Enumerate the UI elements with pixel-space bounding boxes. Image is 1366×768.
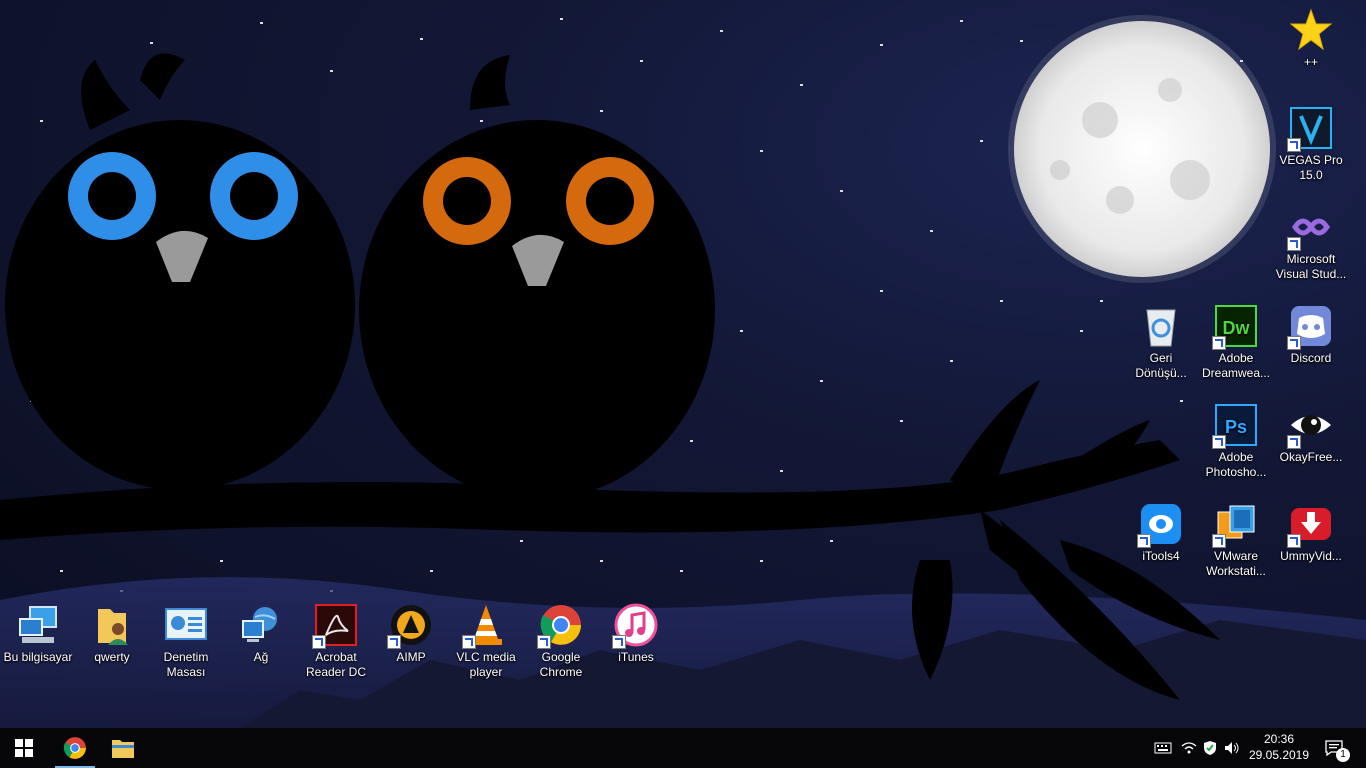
desktop-icon-label: Adobe Dreamwea... <box>1201 351 1271 380</box>
visual-studio-icon <box>1287 205 1333 251</box>
desktop-icon-label: Denetim Masası <box>163 650 209 679</box>
aimp-icon <box>387 603 433 649</box>
desktop-icon-label: Bu bilgisayar <box>3 650 73 664</box>
desktop-icon-denetim-masasi[interactable]: Denetim Masası <box>148 603 224 680</box>
desktop-icon-label: Geri Dönüşü... <box>1135 351 1187 380</box>
desktop-icon-plusplus[interactable]: ++ <box>1273 8 1349 70</box>
shortcut-arrow-icon <box>1287 534 1301 548</box>
desktop-icon-qwerty[interactable]: qwerty <box>74 603 150 665</box>
shortcut-arrow-icon <box>1287 435 1301 449</box>
dreamweaver-icon: Dw <box>1212 304 1258 350</box>
shortcut-arrow-icon <box>1287 336 1301 350</box>
desktop-icon-label: ++ <box>1303 55 1318 69</box>
keyboard-icon[interactable] <box>1153 738 1173 758</box>
desktop-icon-vlc[interactable]: VLC media player <box>448 603 524 680</box>
desktop-icon-label: Microsoft Visual Stud... <box>1275 252 1347 281</box>
desktop-icon-label: Acrobat Reader DC <box>305 650 367 679</box>
recycle-bin-icon <box>1139 304 1183 348</box>
desktop-icon-label: VLC media player <box>456 650 516 679</box>
shortcut-arrow-icon <box>462 635 476 649</box>
shortcut-arrow-icon <box>1212 435 1226 449</box>
desktop-icon-ag[interactable]: Ağ <box>223 603 299 665</box>
desktop-icon-label: Discord <box>1290 351 1332 365</box>
action-center-button[interactable]: 1 <box>1322 738 1350 762</box>
desktop-icon-vegas[interactable]: VEGAS Pro 15.0 <box>1273 106 1349 183</box>
desktop-icon-dreamweaver[interactable]: Dw Adobe Dreamwea... <box>1198 304 1274 381</box>
taskbar: 20:36 29.05.2019 1 <box>0 728 1366 768</box>
shortcut-arrow-icon <box>537 635 551 649</box>
computer-icon <box>16 603 60 647</box>
volume-icon[interactable] <box>1222 738 1242 758</box>
shortcut-arrow-icon <box>387 635 401 649</box>
desktop-icon-ummy[interactable]: UmmyVid... <box>1273 502 1349 564</box>
desktop-icon-label: VEGAS Pro 15.0 <box>1279 153 1343 182</box>
desktop-icon-recycle-bin[interactable]: Geri Dönüşü... <box>1123 304 1199 381</box>
user-folder-icon <box>90 603 134 647</box>
taskbar-clock[interactable]: 20:36 29.05.2019 <box>1247 731 1311 763</box>
clock-date: 29.05.2019 <box>1248 748 1310 762</box>
desktop-icon-label: VMware Workstati... <box>1206 549 1266 578</box>
svg-text:Dw: Dw <box>1223 318 1251 338</box>
chrome-icon <box>537 603 583 649</box>
desktop-icon-vmware[interactable]: VMware Workstati... <box>1198 502 1274 579</box>
desktop-icon-okayfree[interactable]: OkayFree... <box>1273 403 1349 465</box>
wifi-icon[interactable] <box>1179 738 1199 758</box>
desktop-icon-label: UmmyVid... <box>1280 549 1342 563</box>
desktop-icon-label: iTunes <box>618 650 654 664</box>
shortcut-arrow-icon <box>612 635 626 649</box>
notification-count-badge: 1 <box>1336 748 1350 762</box>
desktop-icon-visual-studio[interactable]: Microsoft Visual Stud... <box>1273 205 1349 282</box>
taskbar-file-explorer-button[interactable] <box>99 728 147 768</box>
shortcut-arrow-icon <box>1212 336 1226 350</box>
photoshop-icon: Ps <box>1212 403 1258 449</box>
shortcut-arrow-icon <box>1212 534 1226 548</box>
svg-text:Ps: Ps <box>1225 417 1247 437</box>
desktop-icon-bu-bilgisayar[interactable]: Bu bilgisayar <box>0 603 76 665</box>
file-explorer-icon <box>112 740 134 758</box>
vmware-icon <box>1212 502 1258 548</box>
itunes-icon <box>612 603 658 649</box>
shortcut-arrow-icon <box>1287 138 1301 152</box>
eye-icon <box>1287 403 1333 449</box>
desktop-icon-label: AIMP <box>396 650 426 664</box>
desktop[interactable]: Bu bilgisayar qwerty Denetim Masası Ağ A… <box>0 0 1366 728</box>
shortcut-arrow-icon <box>1137 534 1151 548</box>
desktop-icon-chrome[interactable]: Google Chrome <box>523 603 599 680</box>
desktop-icon-itunes[interactable]: iTunes <box>598 603 674 665</box>
star-icon <box>1289 8 1333 52</box>
desktop-icon-discord[interactable]: Discord <box>1273 304 1349 366</box>
desktop-icon-label: Google Chrome <box>539 650 583 679</box>
discord-icon <box>1287 304 1333 350</box>
network-icon <box>239 603 283 647</box>
vlc-icon <box>462 603 508 649</box>
control-panel-icon <box>164 603 208 647</box>
desktop-icon-acrobat[interactable]: Acrobat Reader DC <box>298 603 374 680</box>
ummy-download-icon <box>1287 502 1333 548</box>
vegas-icon <box>1287 106 1333 152</box>
desktop-icon-photoshop[interactable]: Ps Adobe Photosho... <box>1198 403 1274 480</box>
acrobat-icon <box>312 603 358 649</box>
clock-time: 20:36 <box>1263 732 1295 746</box>
security-shield-icon[interactable] <box>1200 738 1220 758</box>
desktop-icon-label: qwerty <box>94 650 130 664</box>
shortcut-arrow-icon <box>312 635 326 649</box>
itools-icon <box>1137 502 1183 548</box>
chrome-icon <box>63 737 86 759</box>
desktop-icon-label: OkayFree... <box>1279 450 1343 464</box>
start-button[interactable] <box>0 728 48 768</box>
taskbar-chrome-button[interactable] <box>51 728 99 768</box>
desktop-icon-label: Ağ <box>253 650 269 664</box>
desktop-icon-itools[interactable]: iTools4 <box>1123 502 1199 564</box>
windows-start-icon <box>15 739 33 757</box>
shortcut-arrow-icon <box>1287 237 1301 251</box>
desktop-icon-label: Adobe Photosho... <box>1205 450 1267 479</box>
desktop-icon-label: iTools4 <box>1142 549 1180 563</box>
desktop-icon-aimp[interactable]: AIMP <box>373 603 449 665</box>
